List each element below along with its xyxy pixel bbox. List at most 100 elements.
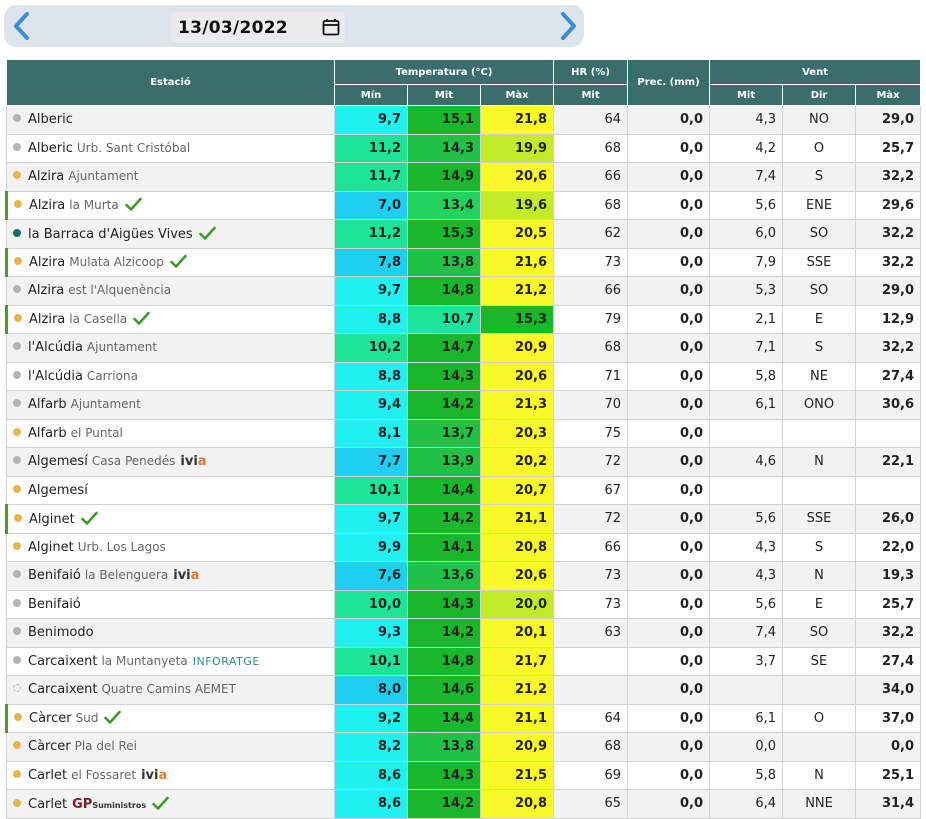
temp-max-cell: 21,3	[479, 390, 555, 420]
station-cell[interactable]: Alzira est l'Alquenència	[6, 276, 335, 306]
station-name[interactable]: Alfarb	[28, 426, 67, 441]
calendar-icon[interactable]	[322, 18, 340, 36]
station-name[interactable]: Algemesí	[28, 454, 88, 469]
station-name[interactable]: Alginet	[29, 512, 75, 527]
table-row[interactable]: Alberic 9,7 15,1 21,8 64 0,0 4,3 NO 29,0	[6, 105, 922, 135]
station-cell[interactable]: Carlet GPSuministros	[6, 789, 335, 819]
station-cell[interactable]: Carcaixent Quatre Camins AEMET	[6, 675, 335, 705]
table-row[interactable]: Alzira est l'Alquenència 9,7 14,8 21,2 66 0,0 5…	[6, 276, 922, 306]
station-cell[interactable]: Alginet Urb. Los Lagos	[6, 532, 335, 562]
table-row[interactable]: Benifaió 10,0 14,3 20,0 73 0,0 5,6 E 25,7	[6, 589, 922, 619]
station-cell[interactable]: la Barraca d'Aigües Vives	[6, 219, 335, 249]
header-precipitation[interactable]: Prec. (mm)	[627, 59, 711, 106]
temp-min-cell: 7,8	[334, 247, 408, 277]
table-row[interactable]: Carcaixent Quatre Camins AEMET 8,0 14,6 21,2…	[6, 675, 922, 705]
precipitation-cell: 0,0	[627, 105, 711, 135]
station-status-icon	[13, 741, 21, 750]
table-row[interactable]: l'Alcúdia Carriona 8,8 14,3 20,6 71 0,0 5,8 NE 27…	[6, 361, 922, 391]
station-name[interactable]: Alzira	[28, 169, 64, 184]
station-cell[interactable]: Càrcer Pla del Rei	[6, 732, 335, 762]
table-row[interactable]: Alginet Urb. Los Lagos 9,9 14,1 20,8 66 0,0 4,3…	[6, 532, 922, 562]
station-name[interactable]: Benimodo	[28, 625, 94, 640]
table-row[interactable]: Carlet GPSuministros 8,6 14,2 20,8 65 0,0 6,4 NN…	[6, 789, 922, 819]
station-cell[interactable]: Alzira Mulata Alzicoop	[5, 247, 335, 277]
station-cell[interactable]: Alginet	[5, 504, 335, 534]
station-name[interactable]: Alberic	[28, 112, 73, 127]
station-name[interactable]: Carcaixent	[28, 682, 97, 697]
station-name[interactable]: Benifaió	[28, 597, 81, 612]
station-cell[interactable]: Benimodo	[6, 618, 335, 648]
wind-mit-cell: 5,6	[709, 589, 784, 619]
table-row[interactable]: Càrcer Pla del Rei 8,2 13,8 20,9 68 0,0 0,0 0,0	[6, 732, 922, 762]
table-row[interactable]: Alzira la Casella 8,8 10,7 15,3 79 0,0 2,1 E 12,9	[5, 304, 922, 334]
station-cell[interactable]: Alberic Urb. Sant Cristóbal	[6, 133, 335, 163]
station-name[interactable]: Carlet	[28, 768, 67, 783]
station-cell[interactable]: Carcaixent la Muntanyeta INFORATGE	[6, 646, 335, 676]
table-row[interactable]: Alzira Mulata Alzicoop 7,8 13,8 21,6 73 0,0 7,9…	[5, 247, 922, 277]
header-humidity-mit[interactable]: Mit	[553, 84, 629, 106]
station-name[interactable]: Alfarb	[28, 397, 67, 412]
temp-max-cell: 20,2	[479, 447, 555, 477]
table-row[interactable]: la Barraca d'Aigües Vives 11,2 15,3 20,5 62 0…	[6, 219, 922, 249]
station-name[interactable]: l'Alcúdia	[28, 369, 83, 384]
header-temp-min[interactable]: Mín	[334, 84, 408, 106]
precipitation-cell: 0,0	[627, 504, 711, 534]
station-name[interactable]: Alberic	[28, 141, 73, 156]
station-name[interactable]: Càrcer	[29, 711, 72, 726]
wind-mit-cell: 7,4	[709, 618, 784, 648]
table-row[interactable]: Carcaixent la Muntanyeta INFORATGE 10,1 14,8…	[6, 646, 922, 676]
date-picker[interactable]: 13/03/2022	[171, 12, 345, 43]
station-cell[interactable]: Algemesí	[6, 475, 335, 505]
table-row[interactable]: Alzira Ajuntament 11,7 14,9 20,6 66 0,0 7,4 S 32,…	[6, 162, 922, 192]
header-wind-dir[interactable]: Dir	[782, 84, 857, 106]
station-cell[interactable]: Algemesí Casa Penedés ivia	[6, 447, 335, 477]
table-row[interactable]: Alzira la Murta 7,0 13,4 19,6 68 0,0 5,6 ENE 29,6	[5, 190, 922, 220]
station-name[interactable]: Alzira	[28, 283, 64, 298]
station-name[interactable]: Alginet	[28, 540, 74, 555]
header-wind-mit[interactable]: Mit	[709, 84, 784, 106]
station-name[interactable]: la Barraca d'Aigües Vives	[28, 227, 193, 242]
header-temp-max[interactable]: Màx	[479, 84, 555, 106]
station-name[interactable]: Algemesí	[28, 483, 88, 498]
station-cell[interactable]: l'Alcúdia Ajuntament	[6, 333, 335, 363]
station-name[interactable]: Alzira	[29, 312, 65, 327]
station-cell[interactable]: Benifaió la Belenguera ivia	[6, 561, 335, 591]
table-row[interactable]: Alfarb Ajuntament 9,4 14,2 21,3 70 0,0 6,1 ONO 30…	[6, 390, 922, 420]
table-row[interactable]: Carlet el Fossaret ivia 8,6 14,3 21,5 69 0,0 5,8…	[6, 760, 922, 790]
station-name[interactable]: Benifaió	[28, 568, 81, 583]
station-name[interactable]: Càrcer	[28, 739, 71, 754]
table-row[interactable]: l'Alcúdia Ajuntament 10,2 14,7 20,9 68 0,0 7,1 S…	[6, 333, 922, 363]
header-wind-max[interactable]: Màx	[855, 84, 922, 106]
header-temp-mit[interactable]: Mit	[407, 84, 481, 106]
station-cell[interactable]: Alzira Ajuntament	[6, 162, 335, 192]
station-cell[interactable]: l'Alcúdia Carriona	[6, 361, 335, 391]
header-station[interactable]: Estació	[6, 59, 335, 106]
check-icon	[170, 254, 187, 269]
wind-mit-cell: 5,3	[709, 276, 784, 306]
station-subname: el Puntal	[70, 425, 123, 440]
station-name[interactable]: Alzira	[29, 198, 65, 213]
station-cell[interactable]: Alberic	[6, 105, 335, 135]
table-row[interactable]: Benifaió la Belenguera ivia 7,6 13,6 20,6 73 0,…	[6, 561, 922, 591]
table-row[interactable]: Alginet 9,7 14,2 21,1 72 0,0 5,6 SSE 26,0	[5, 504, 922, 534]
next-day-button[interactable]	[554, 11, 584, 41]
station-cell[interactable]: Benifaió	[6, 589, 335, 619]
table-row[interactable]: Alfarb el Puntal 8,1 13,7 20,3 75 0,0	[6, 418, 922, 448]
table-row[interactable]: Càrcer Sud 9,2 14,4 21,1 64 0,0 6,1 O 37,0	[5, 703, 922, 733]
station-name[interactable]: Carcaixent	[28, 654, 97, 669]
station-name[interactable]: l'Alcúdia	[28, 340, 83, 355]
station-name[interactable]: Alzira	[29, 255, 65, 270]
table-row[interactable]: Alberic Urb. Sant Cristóbal 11,2 14,3 19,9 68…	[6, 133, 922, 163]
table-row[interactable]: Algemesí Casa Penedés ivia 7,7 13,9 20,2 72 0,0…	[6, 447, 922, 477]
station-name[interactable]: Carlet	[28, 797, 67, 812]
station-cell[interactable]: Alzira la Casella	[5, 304, 335, 334]
table-row[interactable]: Benimodo 9,3 14,2 20,1 63 0,0 7,4 SO 32,2	[6, 618, 922, 648]
station-cell[interactable]: Càrcer Sud	[5, 703, 335, 733]
station-status-icon	[14, 200, 22, 209]
station-cell[interactable]: Alfarb Ajuntament	[6, 390, 335, 420]
table-row[interactable]: Algemesí 10,1 14,4 20,7 67 0,0	[6, 475, 922, 505]
station-cell[interactable]: Alfarb el Puntal	[6, 418, 335, 448]
station-cell[interactable]: Alzira la Murta	[5, 190, 335, 220]
previous-day-button[interactable]	[6, 11, 36, 41]
station-cell[interactable]: Carlet el Fossaret ivia	[6, 760, 335, 790]
